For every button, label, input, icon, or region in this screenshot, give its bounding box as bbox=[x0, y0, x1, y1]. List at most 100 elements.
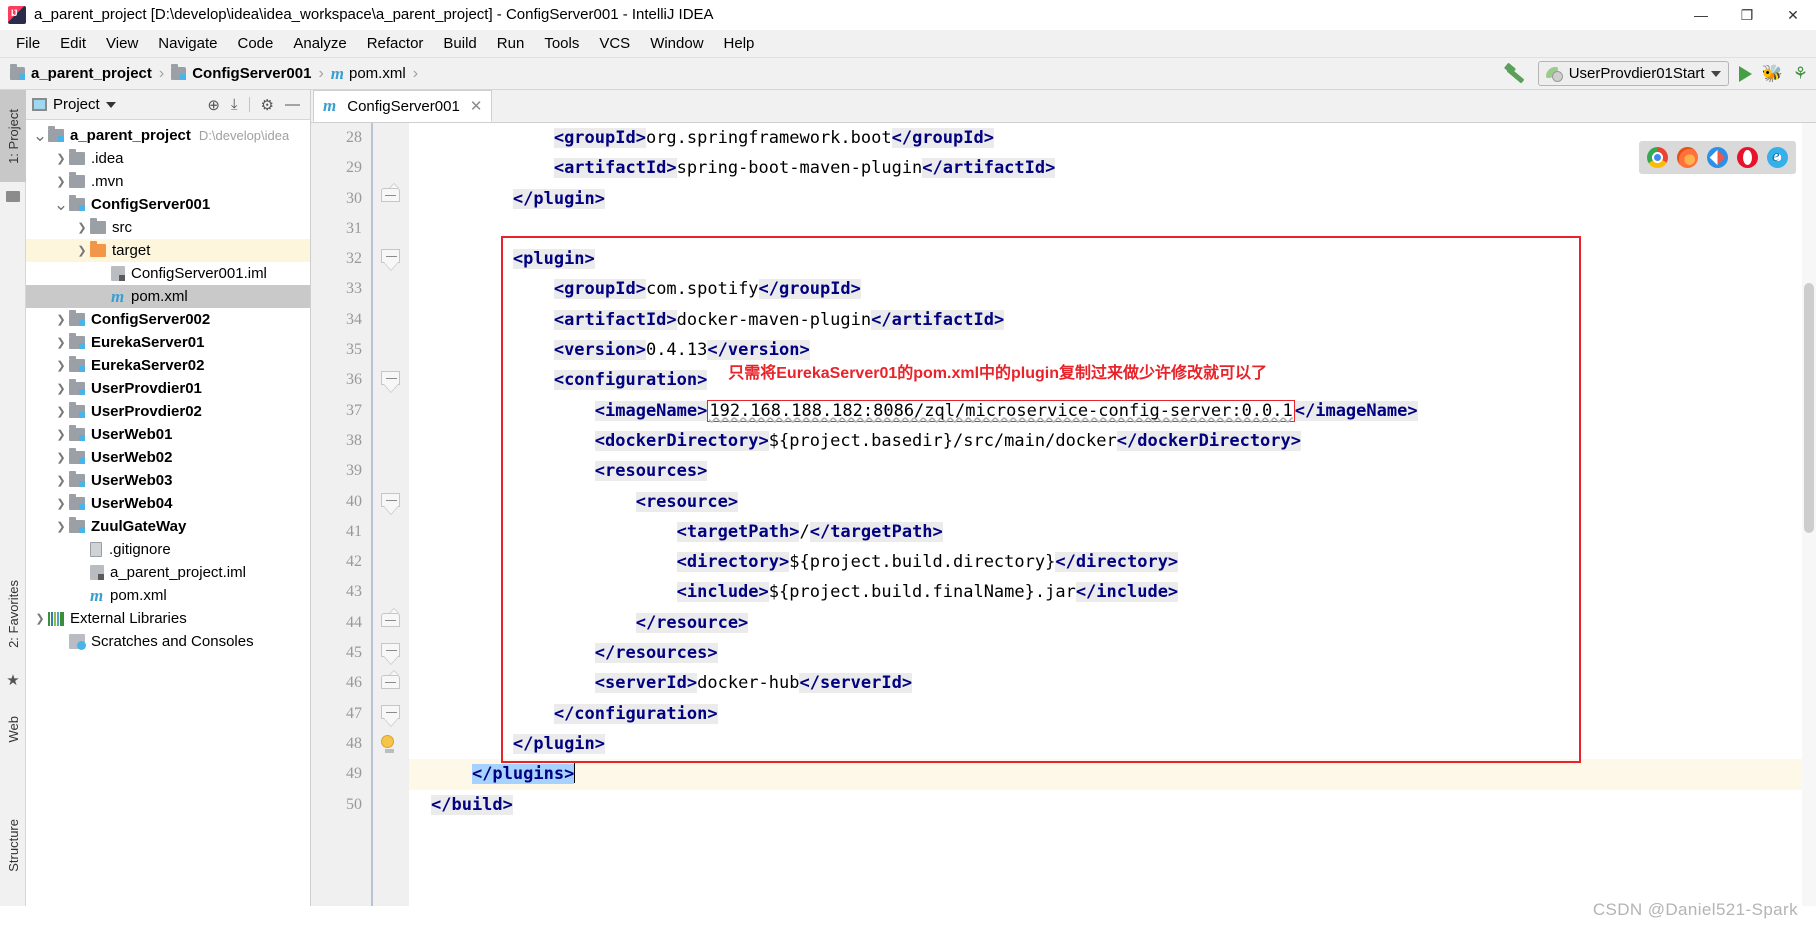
opera-icon[interactable] bbox=[1737, 147, 1758, 168]
chevron-right-icon[interactable]: ❯ bbox=[74, 244, 90, 257]
chevron-right-icon[interactable]: ❯ bbox=[53, 428, 69, 441]
code-line[interactable]: </plugin> bbox=[409, 184, 1802, 214]
menu-navigate[interactable]: Navigate bbox=[148, 32, 227, 55]
tree-item-userprovdier02[interactable]: ❯ UserProvdier02 bbox=[26, 400, 310, 423]
code-line[interactable]: <groupId>org.springframework.boot</group… bbox=[409, 123, 1802, 153]
editor-tab-configserver001[interactable]: m ConfigServer001 ✕ bbox=[313, 90, 493, 122]
chevron-down-icon[interactable]: ⌄ bbox=[53, 196, 69, 213]
menu-edit[interactable]: Edit bbox=[50, 32, 96, 55]
code-line[interactable]: <directory>${project.build.directory}</d… bbox=[409, 547, 1802, 577]
code-line[interactable]: <groupId>com.spotify</groupId> bbox=[409, 274, 1802, 304]
code-fold-marker[interactable] bbox=[381, 493, 401, 508]
tree-item-zuulgateway[interactable]: ❯ ZuulGateWay bbox=[26, 515, 310, 538]
tree-item-userweb04[interactable]: ❯ UserWeb04 bbox=[26, 492, 310, 515]
menu-run[interactable]: Run bbox=[487, 32, 535, 55]
tree-item-userweb03[interactable]: ❯ UserWeb03 bbox=[26, 469, 310, 492]
safari-icon[interactable] bbox=[1707, 147, 1728, 168]
maximize-button[interactable]: ❐ bbox=[1724, 0, 1770, 30]
chevron-right-icon[interactable]: ❯ bbox=[53, 152, 69, 165]
tool-tab-web[interactable]: Web bbox=[0, 690, 26, 768]
tree-item-scratches-and-consoles[interactable]: Scratches and Consoles bbox=[26, 630, 310, 653]
internet-explorer-icon[interactable] bbox=[1767, 146, 1788, 168]
code-line[interactable]: <plugin> bbox=[409, 244, 1802, 274]
code-line[interactable]: <resources> bbox=[409, 456, 1802, 486]
code-line[interactable]: <artifactId>docker-maven-plugin</artifac… bbox=[409, 305, 1802, 335]
minimize-button[interactable]: — bbox=[1678, 0, 1724, 30]
lightbulb-icon[interactable] bbox=[381, 735, 397, 755]
breadcrumb-configserver001[interactable]: ConfigServer001 bbox=[171, 64, 311, 82]
tree-item-gitignore[interactable]: .gitignore bbox=[26, 538, 310, 561]
firefox-icon[interactable] bbox=[1677, 147, 1698, 168]
chevron-right-icon[interactable]: ❯ bbox=[53, 336, 69, 349]
code-line[interactable]: <artifactId>spring-boot-maven-plugin</ar… bbox=[409, 153, 1802, 183]
code-line[interactable]: <include>${project.build.finalName}.jar<… bbox=[409, 577, 1802, 607]
tree-item-mvn[interactable]: ❯ .mvn bbox=[26, 170, 310, 193]
chevron-right-icon[interactable]: ❯ bbox=[53, 175, 69, 188]
hammer-icon[interactable] bbox=[1504, 63, 1528, 85]
menu-vcs[interactable]: VCS bbox=[589, 32, 640, 55]
chevron-right-icon[interactable]: ❯ bbox=[53, 520, 69, 533]
tree-item-userweb02[interactable]: ❯ UserWeb02 bbox=[26, 446, 310, 469]
tree-item-a-parent-project-iml[interactable]: a_parent_project.iml bbox=[26, 561, 310, 584]
chevron-down-icon[interactable] bbox=[105, 101, 116, 108]
chevron-right-icon[interactable]: ❯ bbox=[32, 612, 48, 625]
tool-tab-structure[interactable]: Structure bbox=[0, 790, 26, 900]
tree-item-pom-xml[interactable]: m pom.xml bbox=[26, 584, 310, 607]
tree-item-userweb01[interactable]: ❯ UserWeb01 bbox=[26, 423, 310, 446]
code-line[interactable]: </configuration> bbox=[409, 699, 1802, 729]
code-line[interactable]: <targetPath>/</targetPath> bbox=[409, 517, 1802, 547]
editor-scrollbar[interactable] bbox=[1802, 123, 1816, 928]
menu-code[interactable]: Code bbox=[227, 32, 283, 55]
code-line[interactable]: <resource> bbox=[409, 487, 1802, 517]
close-icon[interactable]: ✕ bbox=[470, 97, 483, 115]
tool-tab-project[interactable]: 1: Project bbox=[0, 90, 26, 182]
breadcrumb-a-parent-project[interactable]: a_parent_project bbox=[10, 64, 152, 82]
code-line[interactable]: </resource> bbox=[409, 608, 1802, 638]
chevron-right-icon[interactable]: ❯ bbox=[53, 497, 69, 510]
code-line[interactable]: <dockerDirectory>${project.basedir}/src/… bbox=[409, 426, 1802, 456]
menu-tools[interactable]: Tools bbox=[534, 32, 589, 55]
chevron-down-icon[interactable]: ⌄ bbox=[32, 127, 48, 144]
debug-bug-icon[interactable]: 🐝 bbox=[1762, 64, 1783, 84]
code-fold-marker[interactable] bbox=[381, 675, 401, 690]
tree-item-userprovdier01[interactable]: ❯ UserProvdier01 bbox=[26, 377, 310, 400]
chevron-right-icon[interactable]: ❯ bbox=[53, 405, 69, 418]
menu-window[interactable]: Window bbox=[640, 32, 713, 55]
code-fold-marker[interactable] bbox=[381, 249, 401, 264]
chevron-right-icon[interactable]: ❯ bbox=[53, 313, 69, 326]
collapse-all-icon[interactable]: ⤓ bbox=[231, 96, 238, 113]
code-line[interactable] bbox=[409, 214, 1802, 244]
hide-panel-icon[interactable]: — bbox=[285, 96, 300, 113]
settings-gear-icon[interactable]: ⚙ bbox=[261, 96, 274, 114]
close-button[interactable]: ✕ bbox=[1770, 0, 1816, 30]
tree-item-eurekaserver01[interactable]: ❯ EurekaServer01 bbox=[26, 331, 310, 354]
code-line[interactable]: </build> bbox=[409, 790, 1802, 820]
tree-item-target[interactable]: ❯ target bbox=[26, 239, 310, 262]
tree-item-configserver002[interactable]: ❯ ConfigServer002 bbox=[26, 308, 310, 331]
menu-build[interactable]: Build bbox=[433, 32, 486, 55]
chevron-right-icon[interactable]: ❯ bbox=[53, 359, 69, 372]
code-fold-marker[interactable] bbox=[381, 613, 401, 628]
code-fold-marker[interactable] bbox=[381, 188, 401, 203]
code-fold-marker[interactable] bbox=[381, 643, 401, 658]
code-line[interactable]: </plugin> bbox=[409, 729, 1802, 759]
menu-analyze[interactable]: Analyze bbox=[283, 32, 356, 55]
menu-view[interactable]: View bbox=[96, 32, 148, 55]
tree-item-configserver001-iml[interactable]: ConfigServer001.iml bbox=[26, 262, 310, 285]
tree-item-idea[interactable]: ❯ .idea bbox=[26, 147, 310, 170]
code-line[interactable]: <serverId>docker-hub</serverId> bbox=[409, 668, 1802, 698]
chevron-right-icon[interactable]: ❯ bbox=[53, 451, 69, 464]
tree-item-src[interactable]: ❯ src bbox=[26, 216, 310, 239]
run-with-coverage-icon[interactable]: ⚘ bbox=[1793, 64, 1808, 84]
chrome-icon[interactable] bbox=[1647, 147, 1668, 168]
menu-file[interactable]: File bbox=[6, 32, 50, 55]
tree-item-configserver001[interactable]: ⌄ ConfigServer001 bbox=[26, 193, 310, 216]
chevron-right-icon[interactable]: ❯ bbox=[74, 221, 90, 234]
code-line[interactable]: </resources> bbox=[409, 638, 1802, 668]
menu-help[interactable]: Help bbox=[714, 32, 765, 55]
code-area[interactable]: <groupId>org.springframework.boot</group… bbox=[409, 123, 1802, 928]
chevron-right-icon[interactable]: ❯ bbox=[53, 382, 69, 395]
tree-item-pom-xml[interactable]: m pom.xml bbox=[26, 285, 310, 308]
locate-icon[interactable]: ⊕ bbox=[207, 96, 220, 114]
code-line[interactable]: </plugins> bbox=[409, 759, 1802, 790]
